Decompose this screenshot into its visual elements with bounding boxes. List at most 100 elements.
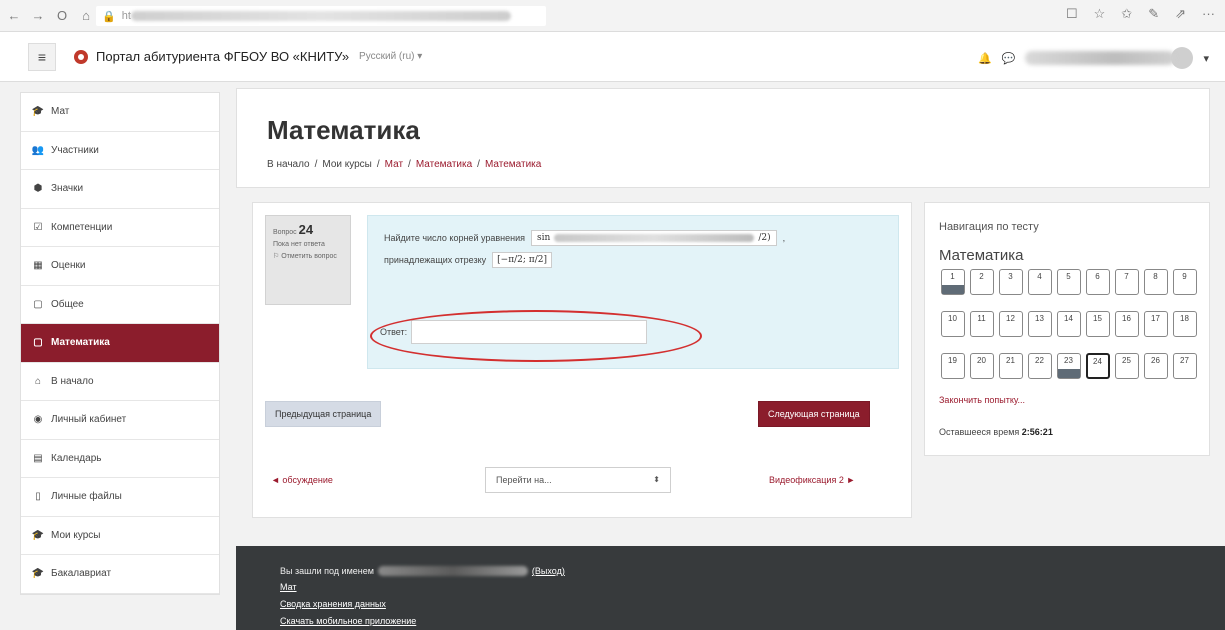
sidebar-item[interactable]: ☑ Компетенции	[21, 209, 219, 247]
sidebar-item[interactable]: ◉ Личный кабинет	[21, 401, 219, 440]
question-nav-number: 9	[1172, 269, 1197, 295]
sidebar-item[interactable]: ⬢ Значки	[21, 170, 219, 209]
breadcrumb-link[interactable]: Математика	[485, 159, 541, 170]
breadcrumb-link[interactable]: Математика	[416, 159, 472, 170]
question-nav-button[interactable]: 1	[939, 269, 966, 309]
jump-to-select[interactable]: Перейти на... ⬍	[485, 467, 671, 493]
course-link[interactable]: Мат	[280, 582, 297, 592]
more-icon[interactable]: ···	[1202, 6, 1215, 22]
time-left-label: Оставшееся время	[939, 427, 1020, 437]
sidebar-item[interactable]: 🎓 Бакалавриат	[21, 555, 219, 594]
question-nav-button[interactable]: 26	[1142, 353, 1169, 393]
sidebar-icon: ▯	[35, 491, 41, 503]
site-logo[interactable]	[74, 49, 88, 64]
sidebar-item[interactable]: 👥 Участники	[21, 132, 219, 170]
question-nav-button[interactable]: 9	[1171, 269, 1198, 309]
sidebar-icon: ⬢	[33, 183, 43, 195]
question-nav-button[interactable]: 8	[1142, 269, 1169, 309]
question-nav-button[interactable]: 10	[939, 311, 966, 351]
question-nav-number: 10	[940, 311, 965, 337]
question-nav-button[interactable]: 12	[997, 311, 1024, 351]
sidebar-item[interactable]: ▯ Личные файлы	[21, 478, 219, 517]
question-nav-button[interactable]: 25	[1113, 353, 1140, 393]
sidebar-item-label: В начало	[51, 375, 94, 387]
sidebar-item-label: Значки	[51, 183, 84, 195]
sidebar-item[interactable]: ▦ Оценки	[21, 247, 219, 286]
breadcrumb-link[interactable]: В начало	[267, 159, 310, 170]
time-left-value: 2:56:21	[1021, 427, 1053, 437]
logout-link[interactable]: (Выход)	[532, 566, 565, 576]
question-nav-button[interactable]: 24	[1084, 353, 1111, 393]
question-comma: ,	[782, 233, 786, 243]
site-name[interactable]: Портал абитуриента ФГБОУ ВО «КНИТУ»	[96, 49, 349, 64]
redacted-user-name[interactable]	[1025, 51, 1176, 65]
question-nav-button[interactable]: 19	[939, 353, 966, 393]
refresh-icon[interactable]: O	[52, 6, 72, 26]
sidebar-item[interactable]: ⌂ В начало	[21, 363, 219, 401]
sidebar-item-label: Мои курсы	[51, 529, 101, 541]
flag-question[interactable]: ⚐ Отметить вопрос	[273, 252, 343, 261]
sidebar-item[interactable]: ▢ Математика	[21, 324, 219, 363]
sidebar-item[interactable]: 🎓 Мои курсы	[21, 517, 219, 555]
previous-page-button[interactable]: Предыдущая страница	[265, 401, 382, 427]
next-activity-link[interactable]: Видеофиксация 2 ►	[769, 475, 855, 485]
menu-icon[interactable]: ≡	[28, 42, 56, 71]
page-title: Математика	[267, 115, 420, 145]
question-nav-number: 14	[1056, 311, 1081, 337]
tab-icon[interactable]: ☐	[1066, 6, 1078, 22]
favorites-bar-icon[interactable]: ✩	[1121, 6, 1132, 22]
question-nav-button[interactable]: 20	[968, 353, 995, 393]
bell-icon[interactable]: 🔔	[978, 52, 992, 65]
question-nav-button[interactable]: 4	[1026, 269, 1053, 309]
question-nav-button[interactable]: 11	[968, 311, 995, 351]
question-text-2: принадлежащих отрезку	[384, 255, 487, 265]
data-retention-link[interactable]: Сводка хранения данных	[280, 599, 386, 609]
sidebar-item-label: Участники	[51, 144, 99, 156]
sidebar-item[interactable]: 🎓 Мат	[21, 93, 219, 132]
question-nav-number: 24	[1085, 353, 1110, 379]
question-nav-button[interactable]: 5	[1055, 269, 1082, 309]
mobile-app-link[interactable]: Скачать мобильное приложение	[280, 616, 416, 626]
sidebar-icon: ◉	[33, 414, 43, 426]
back-icon[interactable]: ←	[4, 6, 24, 26]
home-icon[interactable]: ⌂	[76, 6, 96, 26]
sidebar-item[interactable]: ▤ Календарь	[21, 440, 219, 478]
question-buttons: 1 2 3 4 5 6 7 8 9 10 11 12 13 14 15 16 17 18 19 20 21 22 23 24 2…	[939, 269, 1201, 393]
breadcrumb-link[interactable]: Мои курсы	[322, 159, 372, 170]
breadcrumb-link[interactable]: Мат	[385, 159, 403, 170]
question-nav-button[interactable]: 15	[1084, 311, 1111, 351]
language-menu[interactable]: Русский (ru) ▾	[359, 51, 422, 62]
next-page-button[interactable]: Следующая страница	[758, 401, 870, 427]
flag-label: Отметить вопрос	[281, 253, 337, 261]
finish-attempt-link[interactable]: Закончить попытку...	[939, 395, 1025, 405]
sidebar-item[interactable]: ▢ Общее	[21, 286, 219, 324]
question-nav-button[interactable]: 7	[1113, 269, 1140, 309]
share-icon[interactable]: ⇗	[1175, 6, 1186, 22]
breadcrumb-separator: /	[376, 159, 380, 170]
previous-activity-link[interactable]: ◄ обсуждение	[271, 475, 333, 485]
question-nav-button[interactable]: 17	[1142, 311, 1169, 351]
url-prefix: ht	[121, 10, 131, 22]
question-nav-button[interactable]: 16	[1113, 311, 1140, 351]
question-nav-number: 5	[1056, 269, 1081, 295]
question-nav-button[interactable]: 2	[968, 269, 995, 309]
question-nav-button[interactable]: 3	[997, 269, 1024, 309]
question-nav-button[interactable]: 22	[1026, 353, 1053, 393]
question-nav-button[interactable]: 27	[1171, 353, 1198, 393]
forward-icon[interactable]: →	[28, 6, 48, 26]
address-bar[interactable]: 🔒 ht	[96, 6, 546, 26]
chat-icon[interactable]: 💬	[1002, 52, 1016, 65]
chevron-down-icon[interactable]: ▾	[1203, 52, 1209, 65]
question-nav-number: 7	[1114, 269, 1139, 295]
pen-icon[interactable]: ✎	[1148, 6, 1159, 22]
favorite-icon[interactable]: ☆	[1094, 6, 1106, 22]
question-nav-button[interactable]: 13	[1026, 311, 1053, 351]
question-nav-button[interactable]: 6	[1084, 269, 1111, 309]
redacted-user-name	[377, 566, 528, 576]
question-nav-button[interactable]: 18	[1171, 311, 1198, 351]
question-nav-button[interactable]: 23	[1055, 353, 1082, 393]
question-number: 24	[298, 222, 314, 237]
question-nav-button[interactable]: 14	[1055, 311, 1082, 351]
question-nav-number: 21	[998, 353, 1023, 379]
question-nav-button[interactable]: 21	[997, 353, 1024, 393]
